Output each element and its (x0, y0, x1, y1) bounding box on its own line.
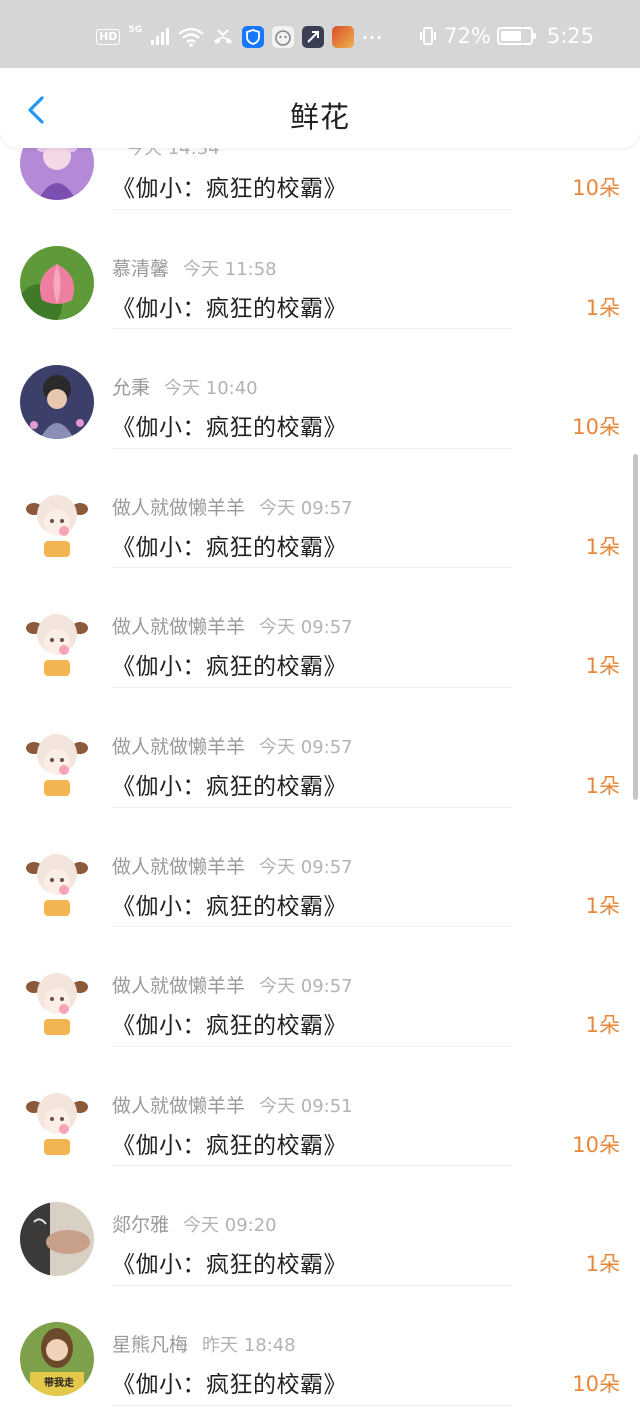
user-name: 星熊凡梅 昨天 18:48 (112, 1330, 296, 1357)
book-title: 《伽小：疯狂的校霸》 (112, 415, 347, 442)
avatar-hat-girl[interactable] (20, 365, 94, 440)
flower-count: 1朵 (585, 295, 620, 320)
user-name-text: 允秉 (112, 377, 151, 400)
page-title: 鲜花 (289, 100, 350, 134)
list-item[interactable]: 郯尔雅 今天 09:20 《伽小：疯狂的校霸》 1朵 (0, 1166, 640, 1286)
book-title: 《伽小：疯狂的校霸》 (112, 773, 347, 800)
network-type: 5G (128, 25, 142, 35)
list-item[interactable]: 做人就做懒羊羊 今天 09:57 《伽小：疯狂的校霸》 1朵 (0, 568, 640, 688)
battery-fill (500, 31, 521, 41)
user-name: 做人就做懒羊羊 今天 09:57 (112, 971, 353, 998)
more-notifications-icon: ··· (362, 27, 384, 47)
list-item[interactable]: 带我走 星熊凡梅 昨天 18:48 《伽小：疯狂的校霸》 10朵 (0, 1286, 640, 1406)
timestamp: 今天 09:57 (259, 856, 353, 878)
book-title: 《伽小：疯狂的校霸》 (112, 295, 347, 322)
flower-count: 10朵 (572, 1371, 620, 1396)
header: 鲜花 (0, 68, 640, 148)
user-name: 慕清馨 今天 11:58 (112, 254, 277, 281)
timestamp: 昨天 18:48 (202, 1334, 296, 1356)
timestamp: 今天 09:57 (259, 976, 353, 998)
user-name-text: 慕清馨 (112, 257, 170, 280)
timestamp: 今天 10:40 (164, 378, 258, 400)
user-name-text: 做人就做懒羊羊 (112, 1094, 246, 1117)
user-name: 做人就做懒羊羊 今天 09:57 (112, 612, 353, 639)
avatar-sheep[interactable] (20, 604, 94, 679)
flower-count: 1朵 (585, 534, 620, 559)
timestamp: 今天 09:57 (259, 617, 353, 639)
timestamp: 今天 09:51 (259, 1095, 353, 1117)
divider (112, 1404, 512, 1406)
flower-count: 1朵 (585, 893, 620, 918)
avatar-lotus[interactable] (20, 245, 94, 320)
flower-count: 10朵 (572, 176, 620, 200)
user-name: 允秉 今天 10:40 (112, 373, 258, 400)
avatar-photo-dark[interactable] (20, 1202, 94, 1277)
book-title: 《伽小：疯狂的校霸》 (112, 1132, 347, 1159)
list-item[interactable]: 慕清馨 今天 11:58 《伽小：疯狂的校霸》 1朵 (0, 210, 640, 330)
avatar-photo-girl[interactable]: 带我走 (20, 1321, 94, 1396)
book-title: 《伽小：疯狂的校霸》 (112, 176, 347, 202)
book-title: 《伽小：疯狂的校霸》 (112, 534, 347, 561)
status-bar-right: 72% 5:25 (418, 24, 594, 48)
missed-call-icon (214, 29, 232, 44)
book-title: 《伽小：疯狂的校霸》 (112, 1252, 347, 1279)
shield-app-icon (242, 26, 264, 48)
arrow-app-icon (302, 26, 324, 48)
flower-count: 1朵 (585, 1252, 620, 1277)
list-item[interactable]: 允秉 今天 10:40 《伽小：疯狂的校霸》 10朵 (0, 329, 640, 449)
user-name-text: 做人就做懒羊羊 (112, 616, 246, 639)
user-name-text: 星熊凡梅 (112, 1333, 189, 1356)
user-name: 做人就做懒羊羊 今天 09:57 (112, 493, 353, 520)
user-name: 郯尔雅 今天 09:20 (112, 1210, 277, 1237)
list-item[interactable]: 做人就做懒羊羊 今天 09:51 《伽小：疯狂的校霸》 10朵 (0, 1047, 640, 1167)
list-item[interactable]: 做人就做懒羊羊 今天 09:57 《伽小：疯狂的校霸》 1朵 (0, 688, 640, 808)
user-name-text: 做人就做懒羊羊 (112, 855, 246, 878)
user-name: 做人就做懒羊羊 今天 09:57 (112, 732, 353, 759)
user-name: 做人就做懒羊羊 今天 09:57 (112, 852, 353, 879)
battery-percent: 72% (444, 24, 491, 48)
flower-count: 1朵 (585, 773, 620, 798)
battery-icon (496, 27, 536, 45)
signal-icon (151, 28, 169, 45)
list-item[interactable]: 做人就做懒羊羊 今天 09:57 《伽小：疯狂的校霸》 1朵 (0, 927, 640, 1047)
avatar-caption: 带我走 (44, 1377, 74, 1389)
flower-count: 1朵 (585, 654, 620, 679)
clock: 5:25 (546, 24, 594, 48)
status-bar: HD 5G ··· 72% 5:25 (0, 0, 640, 68)
user-name-text: 做人就做懒羊羊 (112, 496, 246, 519)
flower-gift-list[interactable]: 今天 14:34 《伽小：疯狂的校霸》 10朵 慕清馨 今天 11:58 《伽小：… (0, 90, 640, 1406)
avatar-sheep[interactable] (20, 843, 94, 918)
book-title: 《伽小：疯狂的校霸》 (112, 654, 347, 681)
timestamp: 今天 09:20 (183, 1215, 277, 1237)
avatar-sheep[interactable] (20, 963, 94, 1038)
avatar-sheep[interactable] (20, 1082, 94, 1157)
vibrate-icon (420, 27, 437, 45)
timestamp: 今天 09:57 (259, 736, 353, 758)
screen: HD 5G ··· 72% 5:25 鲜花 今天 14:34 《伽小：疯狂的校霸… (0, 0, 640, 1422)
wifi-icon (178, 27, 204, 47)
flower-count: 10朵 (572, 415, 620, 440)
status-bar-left: HD 5G ··· (96, 25, 384, 48)
user-name-text: 做人就做懒羊羊 (112, 975, 246, 998)
user-name: 做人就做懒羊羊 今天 09:51 (112, 1091, 353, 1118)
list-item[interactable]: 做人就做懒羊羊 今天 09:57 《伽小：疯狂的校霸》 1朵 (0, 808, 640, 928)
timestamp: 今天 09:57 (259, 497, 353, 519)
book-title: 《伽小：疯狂的校霸》 (112, 893, 347, 920)
scrollbar[interactable] (633, 454, 638, 800)
avatar-sheep[interactable] (20, 723, 94, 798)
user-name-text: 郯尔雅 (112, 1214, 170, 1237)
game-app-icon (332, 26, 354, 48)
flower-count: 1朵 (585, 1013, 620, 1038)
flower-count: 10朵 (572, 1132, 620, 1157)
avatar-sheep[interactable] (20, 484, 94, 559)
hd-indicator: HD (96, 29, 121, 45)
book-title: 《伽小：疯狂的校霸》 (112, 1013, 347, 1040)
mascot-app-icon (272, 26, 294, 48)
list-item[interactable]: 做人就做懒羊羊 今天 09:57 《伽小：疯狂的校霸》 1朵 (0, 449, 640, 569)
timestamp: 今天 11:58 (183, 258, 277, 280)
user-name-text: 做人就做懒羊羊 (112, 735, 246, 758)
book-title: 《伽小：疯狂的校霸》 (112, 1371, 347, 1398)
